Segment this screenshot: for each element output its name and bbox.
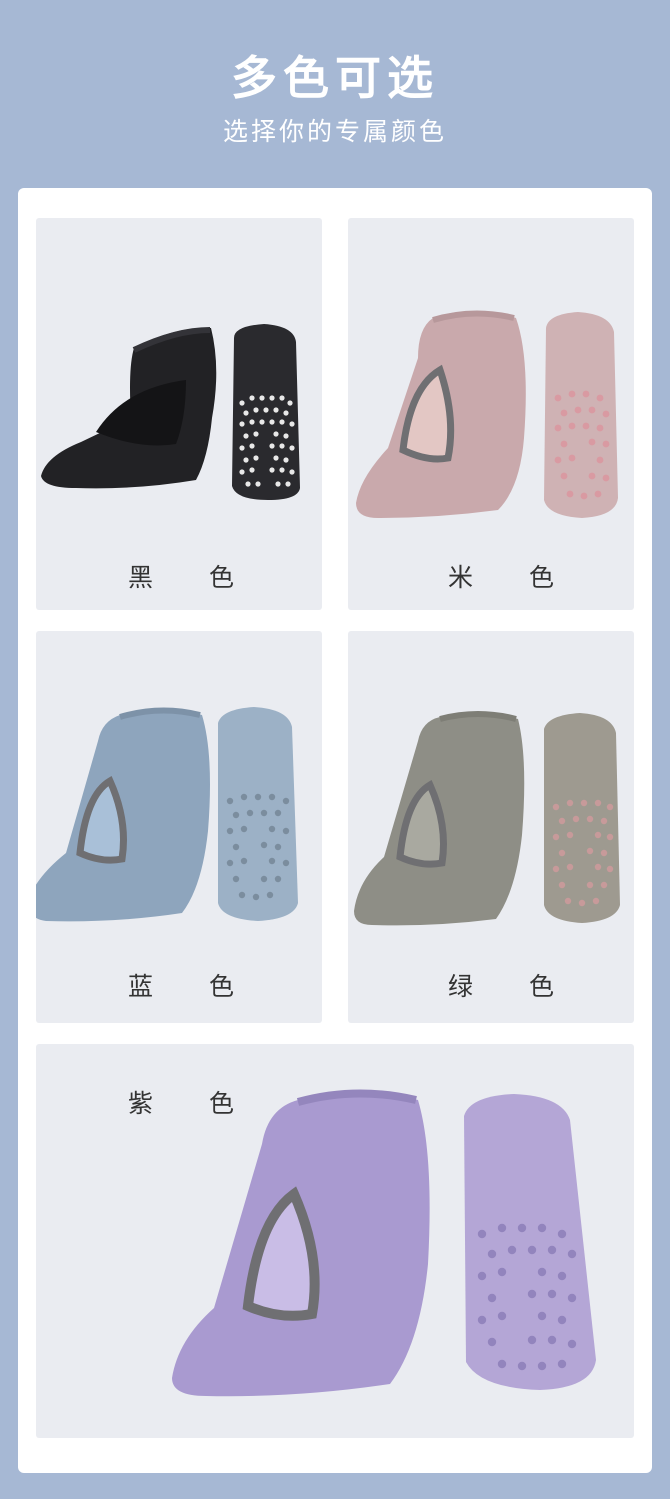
blue-sock-pair-icon — [36, 707, 298, 922]
color-card-black[interactable]: 黑 色 — [36, 218, 322, 610]
black-sock-pair-icon — [41, 324, 300, 500]
color-options-panel: 黑 色 米 色 蓝 色 绿 色 紫 色 — [18, 188, 652, 1473]
color-label-blue: 蓝 色 — [128, 972, 258, 1001]
green-sock-pair-icon — [354, 711, 620, 926]
page-subtitle: 选择你的专属颜色 — [222, 117, 447, 146]
beige-sock-pair-icon — [356, 310, 618, 518]
color-card-purple[interactable]: 紫 色 — [36, 1044, 634, 1438]
color-card-beige[interactable]: 米 色 — [348, 218, 634, 610]
color-label-black: 黑 色 — [128, 563, 258, 592]
color-card-green[interactable]: 绿 色 — [348, 631, 634, 1023]
page-title: 多色可选 — [231, 51, 439, 105]
color-label-beige: 米 色 — [448, 563, 578, 592]
color-label-purple: 紫 色 — [128, 1089, 258, 1118]
color-card-blue[interactable]: 蓝 色 — [36, 631, 322, 1023]
color-label-green: 绿 色 — [448, 972, 578, 1001]
header: 多色可选 选择你的专属颜色 — [0, 0, 670, 190]
purple-sock-pair-icon — [172, 1089, 596, 1397]
